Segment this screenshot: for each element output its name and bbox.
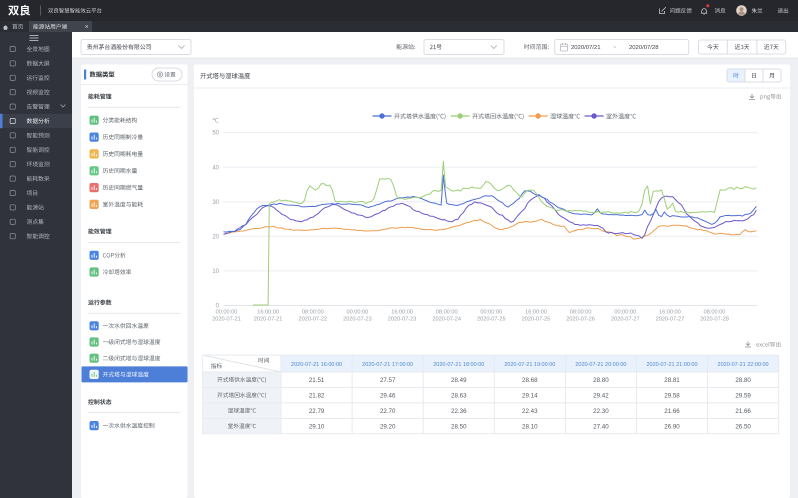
svg-text:2020-07-28: 2020-07-28	[700, 317, 729, 323]
svg-text:2020-07-21 17:00:00: 2020-07-21 17:00:00	[362, 362, 413, 368]
svg-text:2020-07-26: 2020-07-26	[566, 317, 595, 323]
svg-text:29.20: 29.20	[380, 423, 396, 430]
svg-text:50: 50	[212, 131, 219, 137]
svg-text:21.82: 21.82	[309, 392, 325, 399]
svg-text:08:00:00: 08:00:00	[704, 310, 726, 316]
svg-text:29.10: 29.10	[309, 423, 325, 430]
svg-text:2020/07/28: 2020/07/28	[629, 45, 659, 51]
svg-text:00:00:00: 00:00:00	[216, 310, 238, 316]
svg-text:26.50: 26.50	[735, 423, 751, 430]
svg-text:2020-07-24: 2020-07-24	[432, 317, 461, 323]
svg-text:16:00:00: 16:00:00	[659, 310, 681, 316]
svg-text:29.42: 29.42	[593, 392, 609, 399]
svg-text:28.68: 28.68	[522, 377, 538, 384]
svg-text:29.58: 29.58	[664, 392, 680, 399]
svg-text:08:00:00: 08:00:00	[570, 310, 592, 316]
svg-text:40: 40	[212, 165, 219, 171]
svg-text:22.70: 22.70	[380, 408, 396, 415]
svg-text:30: 30	[212, 200, 219, 206]
svg-text:00:00:00: 00:00:00	[480, 310, 502, 316]
svg-text:16:00:00: 16:00:00	[257, 310, 279, 316]
svg-text:08:00:00: 08:00:00	[302, 310, 324, 316]
svg-text:2020-07-21 21:00:00: 2020-07-21 21:00:00	[646, 362, 697, 368]
svg-text:2020-07-21 16:00:00: 2020-07-21 16:00:00	[291, 362, 342, 368]
svg-text:16:00:00: 16:00:00	[391, 310, 413, 316]
svg-text:2020-07-22: 2020-07-22	[298, 317, 327, 323]
svg-text:29.14: 29.14	[522, 392, 538, 399]
svg-text:2020-07-23: 2020-07-23	[343, 317, 372, 323]
svg-text:2020/07/21: 2020/07/21	[571, 45, 600, 51]
svg-text:2020-07-23: 2020-07-23	[388, 317, 417, 323]
svg-text:2020-07-21: 2020-07-21	[212, 317, 241, 323]
svg-text:22.43: 22.43	[522, 408, 538, 415]
svg-text:00:00:00: 00:00:00	[347, 310, 369, 316]
svg-text:28.80: 28.80	[593, 377, 609, 384]
svg-text:20: 20	[212, 235, 219, 241]
svg-text:28.63: 28.63	[451, 392, 467, 399]
svg-text:2020-07-21 22:00:00: 2020-07-21 22:00:00	[718, 362, 769, 368]
svg-text:29.46: 29.46	[380, 392, 396, 399]
svg-text:~: ~	[613, 45, 617, 51]
svg-text:22.36: 22.36	[451, 408, 467, 415]
svg-text:22.30: 22.30	[593, 408, 609, 415]
svg-text:2020-07-27: 2020-07-27	[611, 317, 640, 323]
svg-text:2020-07-21 20:00:00: 2020-07-21 20:00:00	[575, 362, 626, 368]
svg-text:22.79: 22.79	[309, 408, 325, 415]
svg-text:2020-07-25: 2020-07-25	[477, 317, 506, 323]
svg-text:29.59: 29.59	[735, 392, 751, 399]
svg-text:2020-07-25: 2020-07-25	[522, 317, 551, 323]
svg-text:28.50: 28.50	[451, 423, 467, 430]
svg-text:21.66: 21.66	[735, 408, 751, 415]
svg-text:27.57: 27.57	[380, 377, 396, 384]
svg-text:16:00:00: 16:00:00	[525, 310, 547, 316]
svg-text:28.80: 28.80	[735, 377, 751, 384]
svg-text:28.10: 28.10	[522, 423, 538, 430]
svg-text:21.51: 21.51	[309, 377, 325, 384]
svg-text:26.90: 26.90	[664, 423, 680, 430]
svg-text:℃: ℃	[212, 119, 219, 125]
svg-text:2020-07-21 19:00:00: 2020-07-21 19:00:00	[504, 362, 555, 368]
svg-text:2020-07-21 18:00:00: 2020-07-21 18:00:00	[433, 362, 484, 368]
svg-text:10: 10	[212, 269, 219, 275]
svg-text:28.81: 28.81	[664, 377, 680, 384]
svg-text:08:00:00: 08:00:00	[436, 310, 458, 316]
svg-text:2020-07-21: 2020-07-21	[254, 317, 283, 323]
svg-text:00:00:00: 00:00:00	[614, 310, 636, 316]
svg-text:28.49: 28.49	[451, 377, 467, 384]
svg-text:2020-07-27: 2020-07-27	[656, 317, 685, 323]
svg-text:27.40: 27.40	[593, 423, 609, 430]
svg-text:21.66: 21.66	[664, 408, 680, 415]
